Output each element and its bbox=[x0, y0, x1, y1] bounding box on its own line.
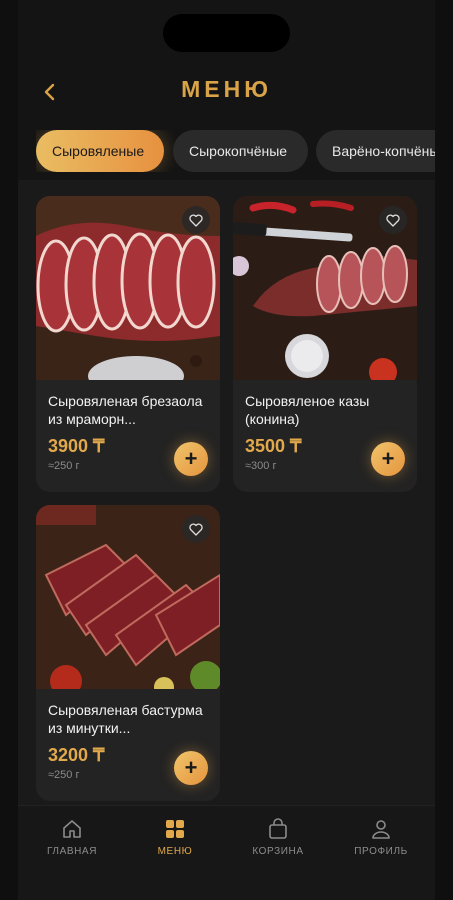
heart-icon bbox=[189, 523, 203, 536]
header: МЕНЮ bbox=[18, 72, 435, 112]
product-weight: ≈250 г bbox=[48, 769, 80, 781]
favorite-button[interactable] bbox=[379, 206, 407, 234]
product-card[interactable]: Сыровяленая бастурма из минутки... 3200 … bbox=[36, 505, 220, 801]
tab-home[interactable]: ГЛАВНАЯ bbox=[20, 818, 124, 857]
tab-home-label: ГЛАВНАЯ bbox=[46, 846, 98, 857]
category-tabs: Сыровяленые Сырокопчёные Варёно-копчёные bbox=[36, 130, 435, 172]
add-to-cart-button[interactable]: + bbox=[371, 442, 405, 476]
add-to-cart-button[interactable]: + bbox=[174, 751, 208, 785]
product-price: 3500 ₸ bbox=[245, 436, 302, 456]
grid-icon bbox=[166, 820, 184, 838]
product-card[interactable]: Сыровяленая брезаола из мраморн... 3900 … bbox=[36, 196, 220, 492]
product-name: Сыровяленая брезаола из мраморн... bbox=[48, 393, 203, 427]
heart-icon bbox=[189, 214, 203, 227]
tab-category-1[interactable]: Сыровяленые bbox=[36, 130, 164, 172]
shopping-bag-icon bbox=[269, 818, 287, 839]
product-price: 3900 ₸ bbox=[48, 436, 105, 456]
add-to-cart-button[interactable]: + bbox=[174, 442, 208, 476]
page-title: МЕНЮ bbox=[181, 76, 272, 102]
tab-profile[interactable]: ПРОФИЛЬ bbox=[329, 818, 433, 857]
favorite-button[interactable] bbox=[182, 515, 210, 543]
product-name: Сыровяленое казы (конина) bbox=[245, 393, 370, 427]
product-name: Сыровяленая бастурма из минутки... bbox=[48, 702, 203, 736]
product-weight: ≈250 г bbox=[48, 460, 80, 472]
app-screen: МЕНЮ Сыровяленые Сырокопчёные Варёно-коп… bbox=[18, 0, 435, 900]
tab-menu[interactable]: МЕНЮ bbox=[123, 818, 227, 857]
tab-cart-label: КОРЗИНА bbox=[252, 846, 304, 857]
favorite-button[interactable] bbox=[182, 206, 210, 234]
home-icon bbox=[63, 820, 81, 838]
tab-cart[interactable]: КОРЗИНА bbox=[226, 818, 330, 857]
tab-menu-label: МЕНЮ bbox=[157, 846, 193, 857]
heart-icon bbox=[386, 214, 400, 227]
product-weight: ≈300 г bbox=[245, 460, 277, 472]
product-price: 3200 ₸ bbox=[48, 745, 105, 765]
tab-profile-label: ПРОФИЛЬ bbox=[354, 846, 408, 857]
tab-category-3[interactable]: Варёно-копчёные bbox=[316, 130, 435, 172]
bottom-tab-bar: ГЛАВНАЯ МЕНЮ КОРЗИНА ПРОФИЛЬ bbox=[18, 805, 435, 900]
user-icon bbox=[372, 820, 390, 839]
product-card[interactable]: Сыровяленое казы (конина) 3500 ₸ ≈300 г … bbox=[233, 196, 417, 492]
tab-category-2[interactable]: Сырокопчёные bbox=[173, 130, 308, 172]
camera-notch bbox=[163, 14, 290, 52]
